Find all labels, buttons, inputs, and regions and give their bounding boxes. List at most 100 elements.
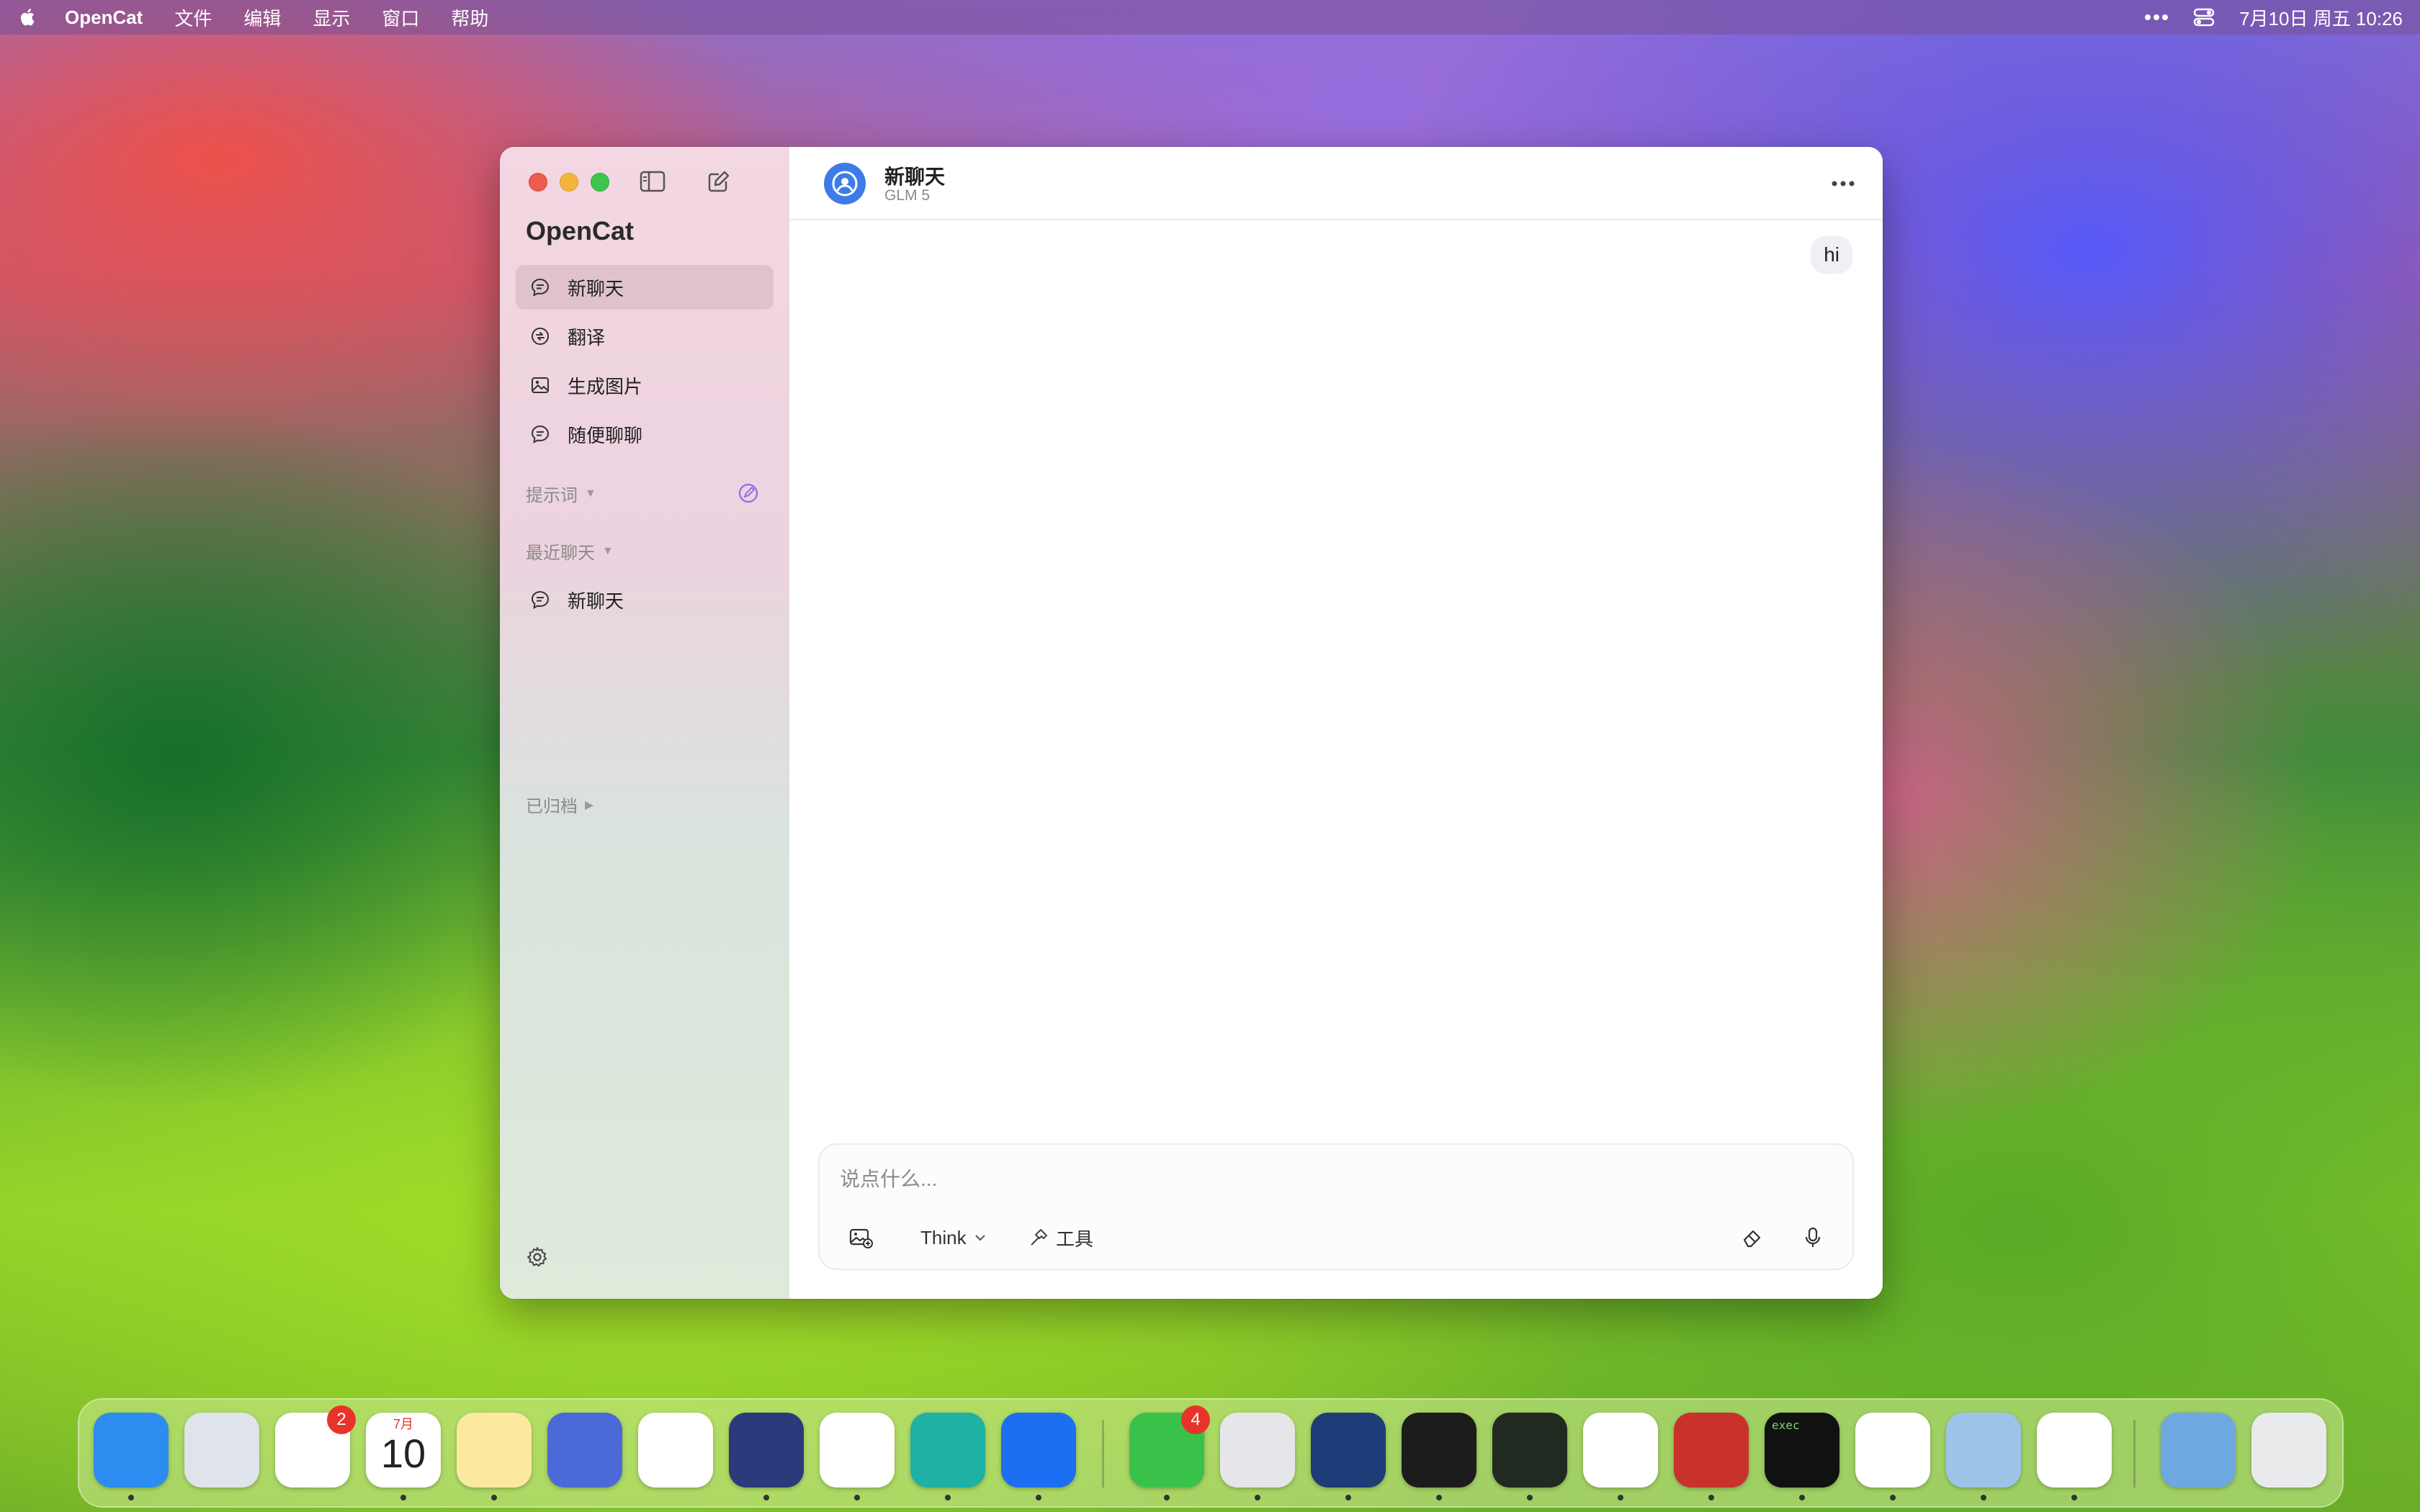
window-controls [529, 173, 609, 192]
running-indicator [1708, 1495, 1714, 1500]
sidebar-item-casual-chat[interactable]: 随便聊聊 [516, 412, 774, 456]
sidebar-item-label: 生成图片 [568, 375, 643, 397]
notification-badge: 4 [1181, 1405, 1210, 1434]
menu-clock[interactable]: 7月10日 周五 10:26 [2239, 4, 2403, 31]
running-indicator [1799, 1495, 1805, 1500]
menu-edit[interactable]: 编辑 [243, 4, 281, 31]
user-message-bubble[interactable]: hi [1811, 236, 1852, 274]
dock-app-photos[interactable]: 2 [275, 1405, 356, 1488]
minimize-button[interactable] [560, 173, 578, 192]
chevron-down-icon: ▼ [602, 544, 614, 557]
running-indicator [491, 1495, 497, 1500]
sidebar-item-translate[interactable]: 翻译 [516, 314, 774, 359]
sidebar-toggle-icon[interactable] [640, 170, 666, 193]
tools-button[interactable]: 工具 [1028, 1221, 1093, 1254]
calendar-day: 10 [380, 1431, 426, 1476]
dock: 2 7月 10 4 exec [78, 1398, 2344, 1508]
running-indicator [2071, 1495, 2077, 1500]
zoom-button[interactable] [591, 173, 609, 192]
dock-app-transmit[interactable] [547, 1413, 622, 1488]
notification-badge: 2 [327, 1405, 356, 1434]
menu-app-name[interactable]: OpenCat [65, 6, 143, 29]
section-prompts-header[interactable]: 提示词 ▼ [526, 481, 596, 506]
clear-context-button[interactable] [1740, 1221, 1765, 1254]
running-indicator [1527, 1495, 1533, 1500]
more-options-icon[interactable] [1825, 173, 1861, 194]
menu-window[interactable]: 窗口 [382, 4, 419, 31]
chat-header: 新聊天 GLM 5 [789, 147, 1883, 220]
tools-label: 工具 [1056, 1228, 1094, 1250]
opencat-window: OpenCat 新聊天 翻译 生成图片 随便聊聊 提示词 ▼ 最近聊天 ▼ 新聊… [500, 147, 1883, 1299]
menu-help[interactable]: 帮助 [451, 4, 488, 31]
dock-app-downloads-folder[interactable] [2161, 1413, 2236, 1488]
sidebar-item-new-chat[interactable]: 新聊天 [516, 265, 774, 310]
recent-chat-label: 新聊天 [568, 590, 624, 612]
dock-app-eye-app[interactable] [2037, 1413, 2112, 1488]
image-add-icon [849, 1228, 873, 1248]
dock-app-terminal[interactable] [1402, 1413, 1476, 1488]
running-indicator [1618, 1495, 1623, 1500]
dock-app-trash[interactable] [2251, 1413, 2326, 1488]
sidebar-app-title: OpenCat [526, 216, 635, 246]
voice-input-button[interactable] [1801, 1221, 1825, 1254]
dock-app-activity-monitor[interactable] [1492, 1413, 1567, 1488]
more-menu-extras-icon[interactable] [2144, 13, 2169, 22]
section-recent-header[interactable]: 最近聊天 ▼ [526, 539, 614, 564]
chat-title: 新聊天 [884, 166, 946, 188]
chevron-down-icon: ▼ [585, 487, 596, 500]
model-avatar[interactable] [824, 163, 866, 204]
dock-app-exec[interactable]: exec [1765, 1413, 1839, 1488]
dock-app-launchpad[interactable] [184, 1413, 259, 1488]
running-indicator [945, 1495, 951, 1500]
sidebar-item-label: 随便聊聊 [568, 424, 643, 446]
running-indicator [1981, 1495, 1986, 1500]
dock-app-freeform[interactable] [638, 1413, 713, 1488]
chat-main: 新聊天 GLM 5 hi Think 工具 [789, 147, 1883, 1299]
menu-bar: OpenCat 文件 编辑 显示 窗口 帮助 7月10日 周五 10:26 [0, 0, 2420, 35]
running-indicator [1345, 1495, 1351, 1500]
sidebar: OpenCat 新聊天 翻译 生成图片 随便聊聊 提示词 ▼ 最近聊天 ▼ 新聊… [500, 147, 791, 1299]
dock-app-chrome[interactable] [820, 1413, 895, 1488]
exec-label: exec [1772, 1418, 1800, 1432]
running-indicator [1436, 1495, 1442, 1500]
section-archived-label: 已归档 [526, 797, 578, 816]
new-chat-compose-icon[interactable] [706, 170, 732, 193]
dock-app-notes[interactable] [457, 1413, 532, 1488]
apple-menu-icon[interactable] [17, 6, 39, 28]
dock-app-edge[interactable] [910, 1413, 985, 1488]
message-input[interactable] [838, 1159, 1706, 1200]
menu-file[interactable]: 文件 [174, 4, 212, 31]
control-center-icon[interactable] [2193, 6, 2215, 28]
chat-bubble-icon [531, 278, 550, 297]
recent-chat-item[interactable]: 新聊天 [516, 577, 774, 622]
chevron-right-icon: ▶ [585, 798, 594, 811]
sidebar-item-generate-image[interactable]: 生成图片 [516, 363, 774, 408]
running-indicator [1890, 1495, 1896, 1500]
think-toggle-button[interactable]: Think [920, 1221, 987, 1254]
running-indicator [128, 1495, 134, 1500]
add-prompt-icon[interactable] [738, 482, 759, 504]
sidebar-item-label: 新聊天 [568, 277, 624, 300]
sidebar-item-label: 翻译 [568, 326, 606, 348]
dock-app-calendar[interactable]: 7月 10 [366, 1413, 441, 1488]
attach-image-button[interactable] [848, 1221, 873, 1254]
dock-app-wechat[interactable]: 4 [1129, 1405, 1210, 1488]
running-indicator [1036, 1495, 1041, 1500]
dock-app-migration[interactable] [1311, 1413, 1386, 1488]
section-archived-header[interactable]: 已归档 ▶ [526, 792, 593, 817]
dock-app-qq[interactable] [1583, 1413, 1658, 1488]
close-button[interactable] [529, 173, 547, 192]
dock-app-proxyman[interactable] [1001, 1413, 1076, 1488]
running-indicator [400, 1495, 406, 1500]
chevron-down-icon [974, 1235, 985, 1241]
dock-app-game[interactable] [1674, 1413, 1749, 1488]
dock-app-printer[interactable] [1220, 1413, 1295, 1488]
dock-app-preview[interactable] [1946, 1413, 2021, 1488]
dock-app-rocket[interactable] [729, 1413, 804, 1488]
dock-app-baidu-netdisk[interactable] [1855, 1413, 1930, 1488]
settings-gear-icon[interactable] [526, 1246, 549, 1269]
menu-view[interactable]: 显示 [313, 4, 350, 31]
dock-app-finder[interactable] [94, 1413, 169, 1488]
bot-avatar-icon [832, 171, 858, 197]
chat-model-name[interactable]: GLM 5 [884, 187, 930, 204]
